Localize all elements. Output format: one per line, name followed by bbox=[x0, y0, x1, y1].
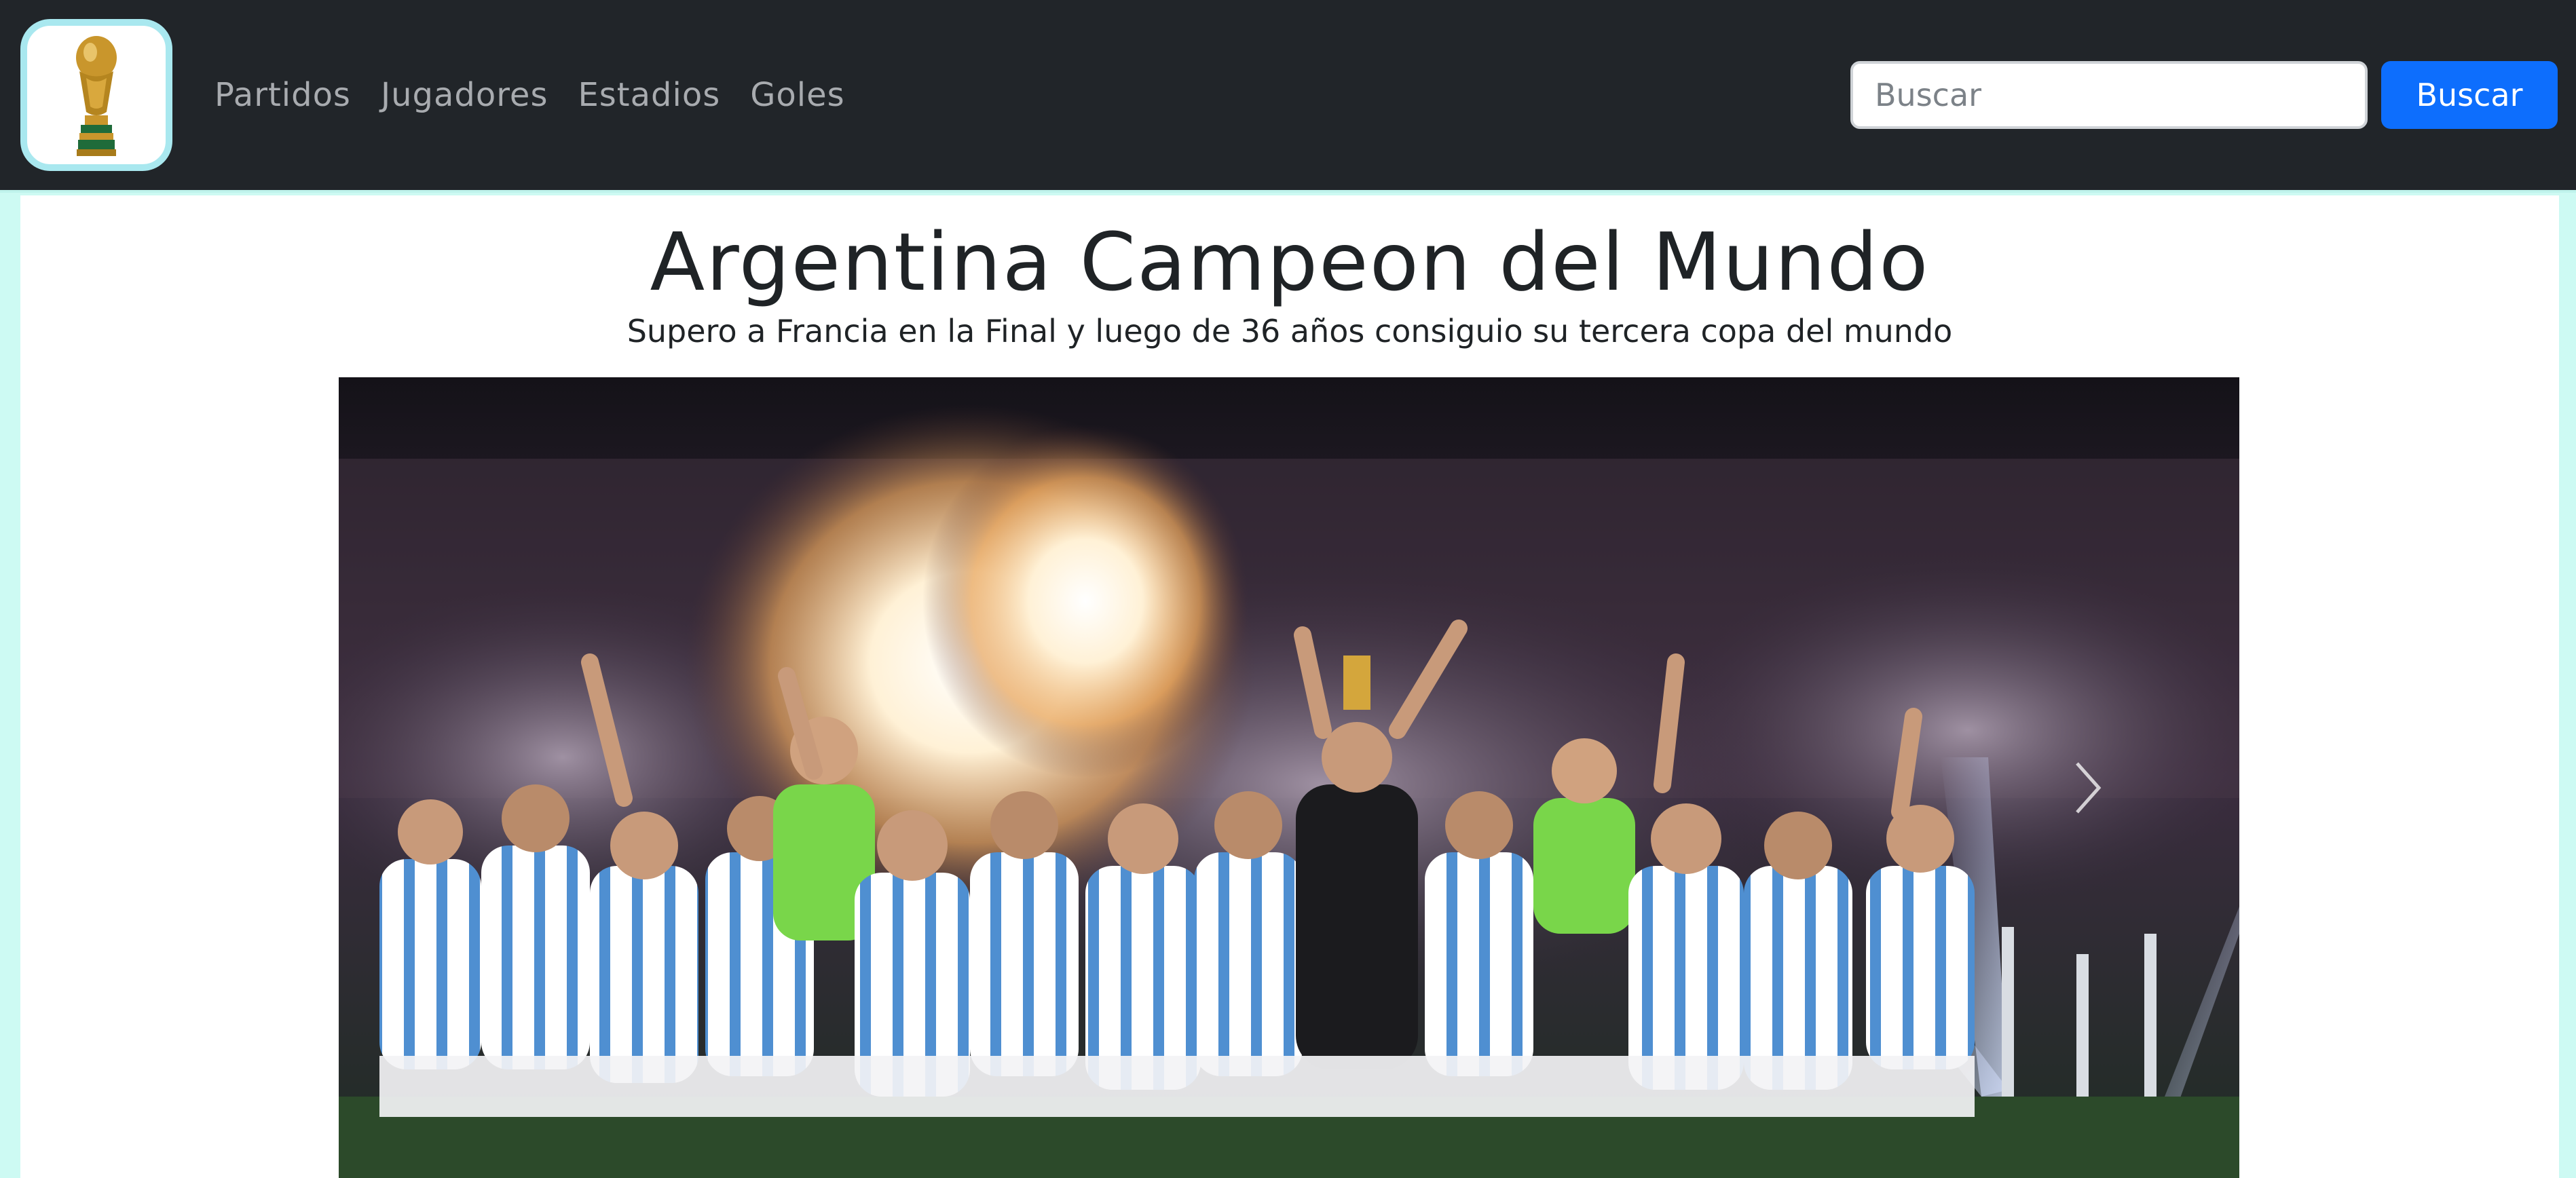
team-celebration-photo bbox=[339, 377, 2239, 1178]
nav-link-goles[interactable]: Goles bbox=[750, 68, 844, 122]
search-button[interactable]: Buscar bbox=[2381, 61, 2558, 129]
world-cup-trophy-icon[interactable] bbox=[20, 19, 172, 171]
page-title: Argentina Campeon del Mundo bbox=[650, 215, 1930, 309]
navbar: Partidos Jugadores Estadios Goles Buscar bbox=[0, 0, 2576, 193]
nav-link-estadios[interactable]: Estadios bbox=[578, 68, 720, 122]
nav-link-partidos[interactable]: Partidos bbox=[214, 68, 351, 122]
page-subtitle: Supero a Francia en la Final y luego de … bbox=[627, 313, 1953, 349]
chevron-right-icon bbox=[2076, 762, 2102, 814]
main-nav: Partidos Jugadores Estadios Goles bbox=[214, 68, 845, 122]
main-content: Argentina Campeon del Mundo Supero a Fra… bbox=[20, 195, 2559, 1178]
image-carousel bbox=[339, 377, 2239, 1178]
carousel-next-button[interactable] bbox=[2057, 744, 2118, 832]
nav-link-jugadores[interactable]: Jugadores bbox=[381, 68, 548, 122]
search-input[interactable] bbox=[1850, 61, 2368, 129]
